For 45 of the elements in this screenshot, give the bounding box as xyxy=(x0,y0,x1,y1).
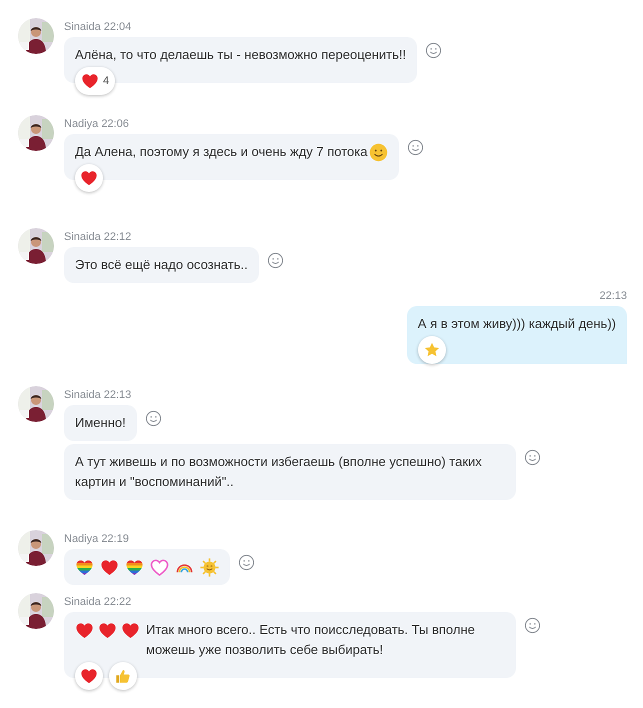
reaction-button[interactable] xyxy=(109,662,137,690)
author-name: Nadiya xyxy=(64,533,98,545)
smiley-icon xyxy=(524,617,541,634)
thumbs-up-icon xyxy=(114,667,132,685)
author-name: Sinaida xyxy=(64,596,101,608)
heart-outline-icon xyxy=(150,558,169,576)
smiley-icon xyxy=(266,252,284,270)
smiley-icon xyxy=(406,139,424,156)
message-text: Итак много всего.. Есть что поисследовать. Ты вполне можешь уже позволить себе выбирать! xyxy=(146,621,476,659)
rainbow-heart-icon xyxy=(75,558,94,576)
heart-icon xyxy=(98,620,117,640)
author-name: Nadiya xyxy=(64,118,98,130)
message-text: А тут живешь и по возможности избегаешь (вполне успешно) таких картин и "воспоминаний".. xyxy=(75,453,483,491)
star-icon xyxy=(422,341,441,359)
smiley-icon xyxy=(524,449,541,466)
message-text: Именно! xyxy=(75,414,126,432)
author-name: Sinaida xyxy=(64,21,101,33)
message-time: 22:04 xyxy=(104,21,132,33)
smiley-icon xyxy=(425,42,442,60)
heart-icon xyxy=(80,169,98,187)
author-name: Sinaida xyxy=(64,389,101,401)
heart-icon xyxy=(121,620,140,640)
sun-face-icon xyxy=(200,558,219,576)
message-time: 22:13 xyxy=(104,389,132,401)
heart-icon xyxy=(100,558,119,576)
message-text: Да Алена, поэтому я здесь и очень жду 7 потока xyxy=(75,143,368,161)
message-text: Это всё ещё надо осознать.. xyxy=(75,256,248,274)
reaction-button[interactable]: 4 xyxy=(75,67,116,95)
author-name: Sinaida xyxy=(64,231,101,243)
heart-icon xyxy=(80,667,98,685)
heart-icon xyxy=(75,620,94,640)
smiley-icon xyxy=(144,410,162,428)
message-time: 22:13 xyxy=(599,289,627,303)
reaction-button[interactable] xyxy=(75,164,103,192)
reaction-button[interactable] xyxy=(75,662,103,690)
message-time: 22:06 xyxy=(101,118,129,130)
message-time: 22:19 xyxy=(101,533,129,545)
message-text: Алёна, то что делаешь ты - невозможно переоценить!! xyxy=(75,46,406,64)
rainbow-heart-icon xyxy=(125,558,144,576)
smiley-icon xyxy=(368,142,388,162)
heart-icon xyxy=(81,72,99,90)
smiley-icon xyxy=(238,554,255,572)
message-time: 22:22 xyxy=(104,596,132,608)
message-time: 22:12 xyxy=(104,231,132,243)
message-text: А я в этом живу))) каждый день)) xyxy=(418,315,616,333)
